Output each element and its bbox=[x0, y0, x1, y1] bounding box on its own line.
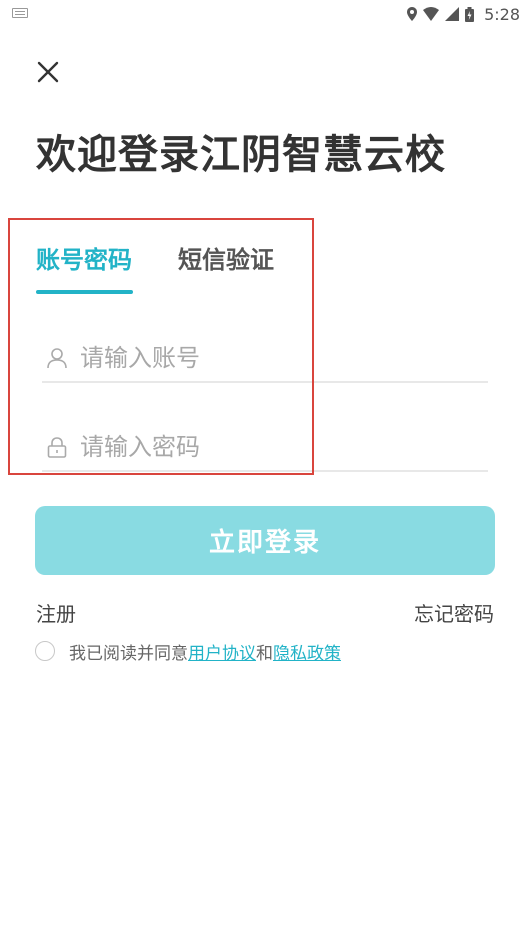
login-button[interactable]: 立即登录 bbox=[35, 506, 495, 575]
register-link[interactable]: 注册 bbox=[36, 598, 76, 627]
wifi-icon bbox=[423, 7, 440, 21]
agreement-prefix: 我已阅读并同意 bbox=[69, 643, 188, 664]
close-button[interactable] bbox=[34, 58, 62, 86]
agreement-row: 我已阅读并同意 用户协议 和 隐私政策 bbox=[35, 638, 341, 664]
user-icon bbox=[47, 348, 67, 369]
active-tab-indicator bbox=[36, 290, 133, 294]
account-field[interactable] bbox=[42, 337, 488, 383]
account-input[interactable] bbox=[80, 339, 480, 377]
login-tabs: 账号密码 短信验证 bbox=[36, 240, 316, 296]
status-time: 5:28 bbox=[484, 4, 520, 24]
battery-icon bbox=[465, 6, 475, 22]
close-icon bbox=[37, 61, 59, 83]
lock-icon bbox=[47, 437, 67, 458]
agreement-checkbox[interactable] bbox=[35, 641, 55, 661]
password-input[interactable] bbox=[80, 428, 480, 466]
forgot-password-link[interactable]: 忘记密码 bbox=[414, 598, 494, 627]
privacy-policy-link[interactable]: 隐私政策 bbox=[273, 639, 341, 664]
password-field[interactable] bbox=[42, 426, 488, 472]
tab-account-password[interactable]: 账号密码 bbox=[36, 240, 132, 275]
agreement-conjunction: 和 bbox=[256, 643, 273, 664]
status-bar: 5:28 bbox=[0, 0, 530, 28]
keyboard-icon bbox=[12, 8, 28, 18]
status-icons: 5:28 bbox=[407, 4, 520, 24]
page-title: 欢迎登录江阴智慧云校 bbox=[36, 132, 446, 178]
tab-sms-verify[interactable]: 短信验证 bbox=[178, 240, 274, 275]
location-icon bbox=[407, 7, 418, 21]
signal-icon bbox=[445, 7, 460, 21]
user-agreement-link[interactable]: 用户协议 bbox=[188, 639, 256, 664]
